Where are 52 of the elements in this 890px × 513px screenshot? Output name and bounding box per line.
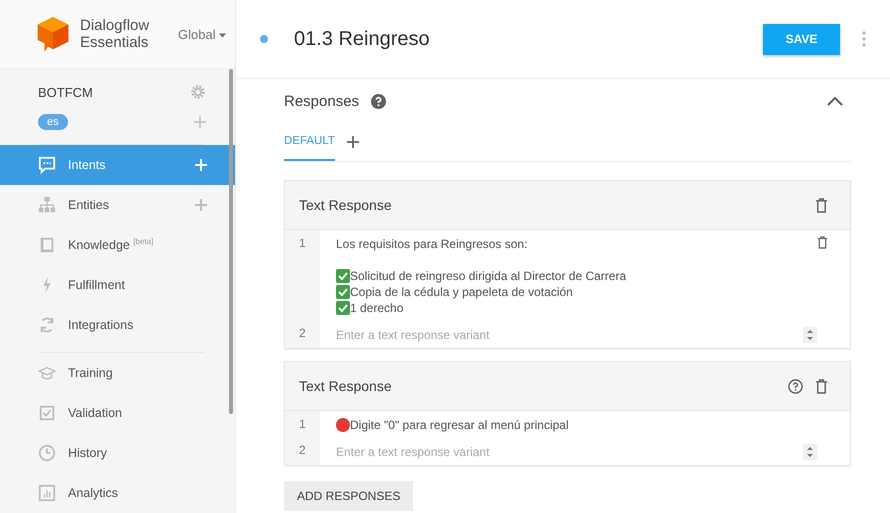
region-dropdown[interactable]: Global xyxy=(178,26,226,42)
card-title: Text Response xyxy=(299,378,393,394)
line-number: 1 xyxy=(285,230,320,320)
check-icon xyxy=(336,301,350,315)
help-icon[interactable] xyxy=(371,94,386,108)
response-text: Digite "0" para regresar al menú principal xyxy=(350,417,569,433)
nav-item[interactable]: Fulfillment xyxy=(0,265,235,305)
hierarchy-icon xyxy=(38,196,56,214)
scrollbar[interactable] xyxy=(229,69,233,414)
line-number: 2 xyxy=(285,437,320,465)
response-text: 1 derecho xyxy=(350,300,404,316)
line-number: 1 xyxy=(285,411,320,437)
response-text: Copia de la cédula y papeleta de votación xyxy=(350,284,573,300)
delete-icon[interactable] xyxy=(815,378,828,394)
delete-icon[interactable] xyxy=(817,236,828,249)
response-text: Solicitud de reingreso dirigida al Director de Carrera xyxy=(350,268,626,284)
help-icon[interactable] xyxy=(788,378,803,394)
nav-item[interactable]: Analytics xyxy=(0,473,235,513)
spinner-icon[interactable] xyxy=(803,444,817,460)
spinner-icon[interactable] xyxy=(803,327,817,343)
add-responses-button[interactable]: ADD RESPONSES xyxy=(284,481,414,511)
response-input[interactable]: Enter a text response variant xyxy=(336,443,803,461)
line-number: 2 xyxy=(285,320,320,348)
check-icon xyxy=(38,404,56,422)
status-dot xyxy=(260,35,268,43)
delete-icon[interactable] xyxy=(815,198,828,212)
sync-icon xyxy=(38,316,56,334)
agent-dropdown[interactable]: BOTFCM xyxy=(38,84,93,100)
cap-icon xyxy=(38,364,56,382)
chart-icon xyxy=(38,484,56,502)
intent-title: 01.3 Reingreso xyxy=(294,28,431,50)
section-title: Responses xyxy=(284,92,360,110)
dot-icon xyxy=(336,418,350,432)
card-title: Text Response xyxy=(299,197,393,213)
caret-icon[interactable] xyxy=(219,32,226,38)
chat-icon xyxy=(38,156,56,174)
response-text: Los requisitos para Reingresos son: xyxy=(336,236,528,252)
response-input[interactable]: Enter a text response variant xyxy=(336,326,803,344)
nav-item[interactable]: Training xyxy=(0,353,235,393)
check-icon xyxy=(336,285,350,299)
nav-item[interactable]: Integrations xyxy=(0,305,235,345)
nav-item[interactable]: Entities xyxy=(0,185,235,225)
nav-item[interactable]: Knowledge $^{[beta]}$ xyxy=(0,225,235,265)
brand-name: Dialogflow Essentials xyxy=(80,17,150,51)
logo-icon xyxy=(36,15,70,53)
collapse-icon[interactable] xyxy=(827,96,843,106)
book-icon xyxy=(38,236,56,254)
nav-item[interactable]: History xyxy=(0,433,235,473)
check-icon xyxy=(336,269,350,283)
clock-icon xyxy=(38,444,56,462)
nav-item[interactable]: Validation xyxy=(0,393,235,433)
add-icon[interactable] xyxy=(346,136,359,148)
